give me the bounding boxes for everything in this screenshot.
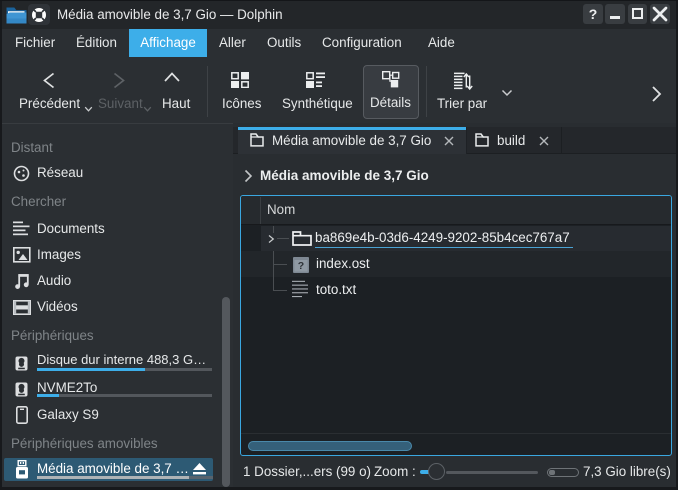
svg-text:?: ?	[298, 260, 304, 272]
